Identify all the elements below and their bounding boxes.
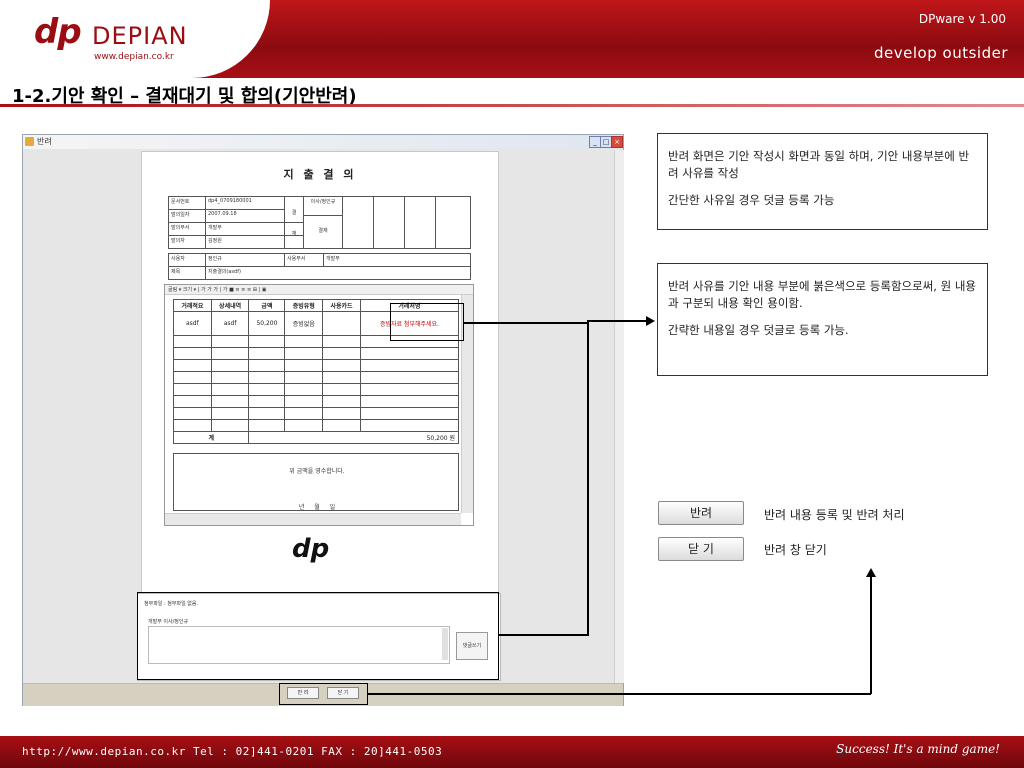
table-cell: asdf <box>173 311 212 336</box>
doc-title: 지 출 결 의 <box>283 168 357 181</box>
close-button[interactable]: 닫 기 <box>658 537 744 561</box>
editor-toolbar[interactable]: 굴림 ▾ 크기 ▾ | 가 가 가 | 가 ■ ≡ ≡ ≡ ⊞ | ▣ <box>165 285 473 295</box>
tagline: develop outsider <box>874 44 1008 62</box>
dept-value: 개발부 <box>205 222 285 236</box>
version-label: DPware v 1.00 <box>918 12 1006 26</box>
total-label: 계 <box>172 431 250 444</box>
callout-middle-line-2: 간략한 내용일 경우 덧글로 등록 가능. <box>668 323 849 337</box>
reject-button-desc: 반려 내용 등록 및 반려 처리 <box>764 508 905 522</box>
expense-document: 지 출 결 의 문서번호 dp4_0709180001 발의일자 2007.09… <box>141 151 499 593</box>
footer-slogan: Success! It's a mind game! <box>836 742 1000 756</box>
logo-mark: dp <box>34 12 82 52</box>
window-icon <box>25 137 34 146</box>
approval-slot-2 <box>373 196 405 249</box>
author-value: 김정원 <box>205 235 285 249</box>
receipt-date: 년 월 일 <box>298 504 336 511</box>
approver-name: 이사/정인규 <box>303 196 343 216</box>
callout-middle-line-1: 반려 사유를 기안 내용 부분에 붉은색으로 등록함으로써, 원 내용과 구분되… <box>668 279 976 310</box>
col-header: 거래적요 <box>173 299 212 312</box>
callout-top-line-2: 간단한 사유일 경우 덧글 등록 가능 <box>668 193 835 207</box>
window-title: 반려 <box>37 137 52 146</box>
approval-col2: 재 <box>284 222 304 249</box>
col-header: 사용카드 <box>322 299 361 312</box>
total-value: 50,200 원 <box>248 431 459 444</box>
table-cell: asdf <box>210 311 250 336</box>
col-header: 증빙유형 <box>284 299 324 312</box>
callout-top-line-1: 반려 화면은 기안 작성시 화면과 동일 하며, 기안 내용부분에 반려 사유를… <box>668 149 970 180</box>
title-underline <box>0 104 1024 107</box>
connector-line <box>464 322 588 324</box>
receipt-box: 위 금액을 영수합니다. 년 월 일 <box>173 453 459 511</box>
connector-line <box>368 693 871 695</box>
dept-label: 발의부서 <box>168 222 206 236</box>
approval-slot-4 <box>435 196 471 249</box>
date-label: 발의일자 <box>168 209 206 223</box>
approval-state: 결재 <box>303 215 343 249</box>
arrow-head-icon <box>866 568 876 577</box>
table-cell: 50,200 <box>248 311 286 336</box>
connector-line <box>587 322 589 635</box>
approval-slot-1 <box>342 196 374 249</box>
logo-name: DEPIAN <box>92 22 188 50</box>
subject-value: 지출결의(asdf) <box>205 266 471 280</box>
subject-label: 제목 <box>168 266 206 280</box>
close-button-desc: 반려 창 닫기 <box>764 543 827 557</box>
table-cell <box>322 311 361 336</box>
highlight-comment-panel <box>137 592 499 680</box>
editor-hscrollbar[interactable] <box>165 513 461 525</box>
user-dept-value: 개발부 <box>323 253 471 267</box>
col-header: 금액 <box>248 299 286 312</box>
callout-top: 반려 화면은 기안 작성시 화면과 동일 하며, 기안 내용부분에 반려 사유를… <box>657 133 988 230</box>
highlight-reject-note <box>390 303 464 341</box>
footer-contact: http://www.depian.co.kr Tel : 02]441-020… <box>22 745 443 758</box>
date-value: 2007.09.18 <box>205 209 285 223</box>
connector-line <box>870 576 872 694</box>
receipt-text: 위 금액을 영수합니다. <box>289 468 345 475</box>
close-icon[interactable]: × <box>611 136 623 148</box>
reject-button[interactable]: 반려 <box>658 501 744 525</box>
col-header: 상세내역 <box>210 299 250 312</box>
connector-line <box>587 320 649 322</box>
table-cell: 증빙없음 <box>284 311 324 336</box>
window-titlebar: 반려 _ □ × <box>23 135 623 149</box>
user-label: 사용자 <box>168 253 206 267</box>
logo-url: www.depian.co.kr <box>94 52 174 62</box>
doc-logo: dp <box>292 534 330 564</box>
author-label: 발의자 <box>168 235 206 249</box>
connector-line <box>499 634 589 636</box>
callout-middle: 반려 사유를 기안 내용 부분에 붉은색으로 등록함으로써, 원 내용과 구분되… <box>657 263 988 376</box>
doc-no-label: 문서번호 <box>168 196 206 210</box>
window-scrollbar[interactable] <box>614 150 624 683</box>
user-value: 정인규 <box>205 253 285 267</box>
doc-no-value: dp4_0709180001 <box>205 196 285 210</box>
highlight-bottom-buttons <box>279 683 368 705</box>
user-dept-label: 사용부서 <box>284 253 324 267</box>
arrow-head-icon <box>646 316 655 326</box>
approval-slot-3 <box>404 196 436 249</box>
